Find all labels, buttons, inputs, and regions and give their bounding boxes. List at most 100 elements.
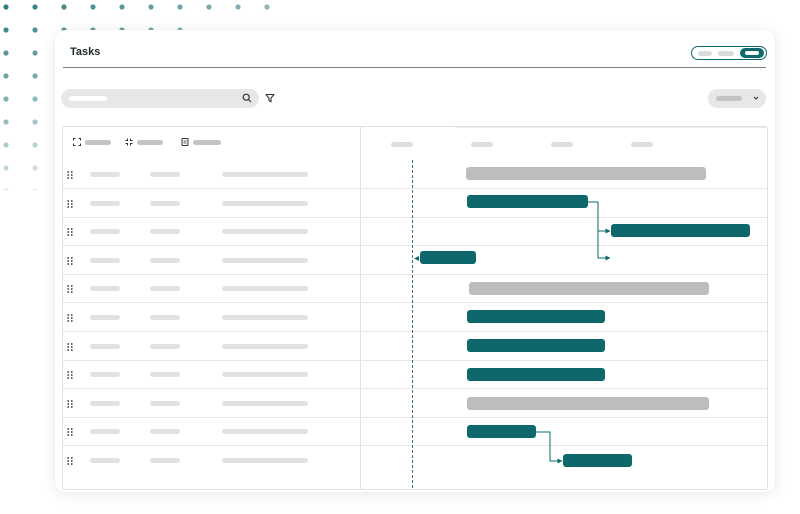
collapse-icon [125, 138, 133, 146]
task-row[interactable] [63, 361, 767, 390]
decorative-dot [3, 119, 9, 125]
task-cell-2 [150, 315, 180, 320]
decorative-dot [3, 165, 9, 171]
task-cell-1 [90, 400, 120, 406]
column-header-1[interactable] [73, 135, 119, 149]
task-cell-2 [150, 372, 180, 378]
task-cell-3 [222, 229, 308, 235]
task-cell-3 [222, 257, 308, 263]
task-cell-3 [222, 343, 308, 349]
task-cell-2 [150, 172, 180, 177]
decorative-dot [264, 4, 270, 10]
search-placeholder [69, 96, 107, 101]
task-cell-2 [150, 458, 180, 463]
task-cell-3 [222, 458, 308, 463]
column-header-3-label [193, 140, 221, 145]
decorative-dot [3, 50, 9, 56]
task-row[interactable] [63, 418, 767, 447]
timeline-header-period [631, 142, 653, 147]
task-bar[interactable] [420, 251, 476, 264]
task-cell-1 [90, 372, 120, 378]
search-icon[interactable] [242, 93, 252, 103]
task-cell-2 [150, 257, 180, 263]
decorative-dot [32, 50, 38, 56]
task-cell-1 [90, 458, 120, 463]
summary-bar[interactable] [466, 167, 706, 180]
dropdown-value [716, 96, 742, 101]
drag-handle-icon[interactable] [67, 199, 73, 208]
task-row[interactable] [63, 304, 767, 332]
task-cell-3 [222, 372, 308, 378]
task-cell-1 [90, 315, 120, 320]
decorative-dot [32, 119, 38, 125]
drag-handle-icon[interactable] [67, 228, 73, 237]
decorative-dot [32, 4, 38, 10]
task-bar[interactable] [467, 368, 605, 381]
timeline-header-period [551, 142, 573, 147]
decorative-dot [3, 4, 9, 10]
view-option-gantt-active[interactable] [740, 48, 764, 58]
task-row[interactable] [63, 247, 767, 275]
decorative-dot [3, 73, 9, 79]
gantt-grid [62, 126, 768, 490]
task-cell-2 [150, 400, 180, 406]
summary-bar[interactable] [469, 282, 709, 295]
task-bar[interactable] [467, 425, 536, 438]
drag-handle-icon[interactable] [67, 314, 73, 322]
expand-icon [73, 138, 81, 146]
task-cell-3 [222, 172, 308, 177]
timeline-header-period [471, 142, 493, 147]
task-cell-3 [222, 315, 308, 320]
timeline-header-period [391, 142, 413, 147]
task-bar[interactable] [563, 454, 632, 467]
task-cell-1 [90, 172, 120, 177]
view-option-1[interactable] [698, 51, 712, 56]
view-toggle[interactable] [691, 46, 767, 60]
task-cell-2 [150, 200, 180, 206]
drag-handle-icon[interactable] [67, 285, 73, 294]
drag-handle-icon[interactable] [67, 171, 73, 179]
task-bar[interactable] [611, 224, 750, 237]
column-header-3[interactable] [181, 135, 227, 149]
task-bar[interactable] [467, 195, 588, 208]
decorative-dot [3, 188, 9, 190]
decorative-dot [3, 142, 9, 148]
task-cell-2 [150, 286, 180, 292]
decorative-dot [61, 4, 67, 10]
column-header-1-label [85, 140, 111, 145]
task-cell-1 [90, 257, 120, 263]
summary-bar[interactable] [467, 397, 709, 410]
task-bar[interactable] [467, 339, 605, 352]
task-cell-1 [90, 429, 120, 435]
search-input[interactable] [61, 89, 259, 108]
decorative-dot [177, 4, 183, 10]
task-cell-3 [222, 429, 308, 435]
task-row[interactable] [63, 447, 767, 475]
view-option-2[interactable] [718, 51, 734, 56]
task-cell-1 [90, 343, 120, 349]
column-header-2[interactable] [125, 135, 171, 149]
drag-handle-icon[interactable] [67, 428, 73, 437]
page-title: Tasks [70, 46, 101, 58]
task-row[interactable] [63, 333, 767, 361]
decorative-dot [32, 142, 38, 148]
task-bar[interactable] [467, 310, 605, 323]
drag-handle-icon[interactable] [67, 457, 73, 465]
drag-handle-icon[interactable] [67, 256, 73, 265]
drag-handle-icon[interactable] [67, 371, 73, 380]
task-cell-3 [222, 200, 308, 206]
decorative-dot [148, 4, 154, 10]
view-dropdown[interactable] [708, 89, 766, 108]
task-cell-1 [90, 200, 120, 206]
decorative-dot [32, 96, 38, 102]
task-row[interactable] [63, 190, 767, 218]
decorative-dot [32, 73, 38, 79]
tasks-panel: Tasks [55, 30, 775, 492]
drag-handle-icon[interactable] [67, 342, 73, 351]
chevron-down-icon [753, 96, 759, 100]
task-cell-2 [150, 429, 180, 435]
filter-icon[interactable] [265, 93, 275, 103]
task-cell-1 [90, 286, 120, 292]
decorative-dot [119, 4, 125, 10]
drag-handle-icon[interactable] [67, 399, 73, 408]
